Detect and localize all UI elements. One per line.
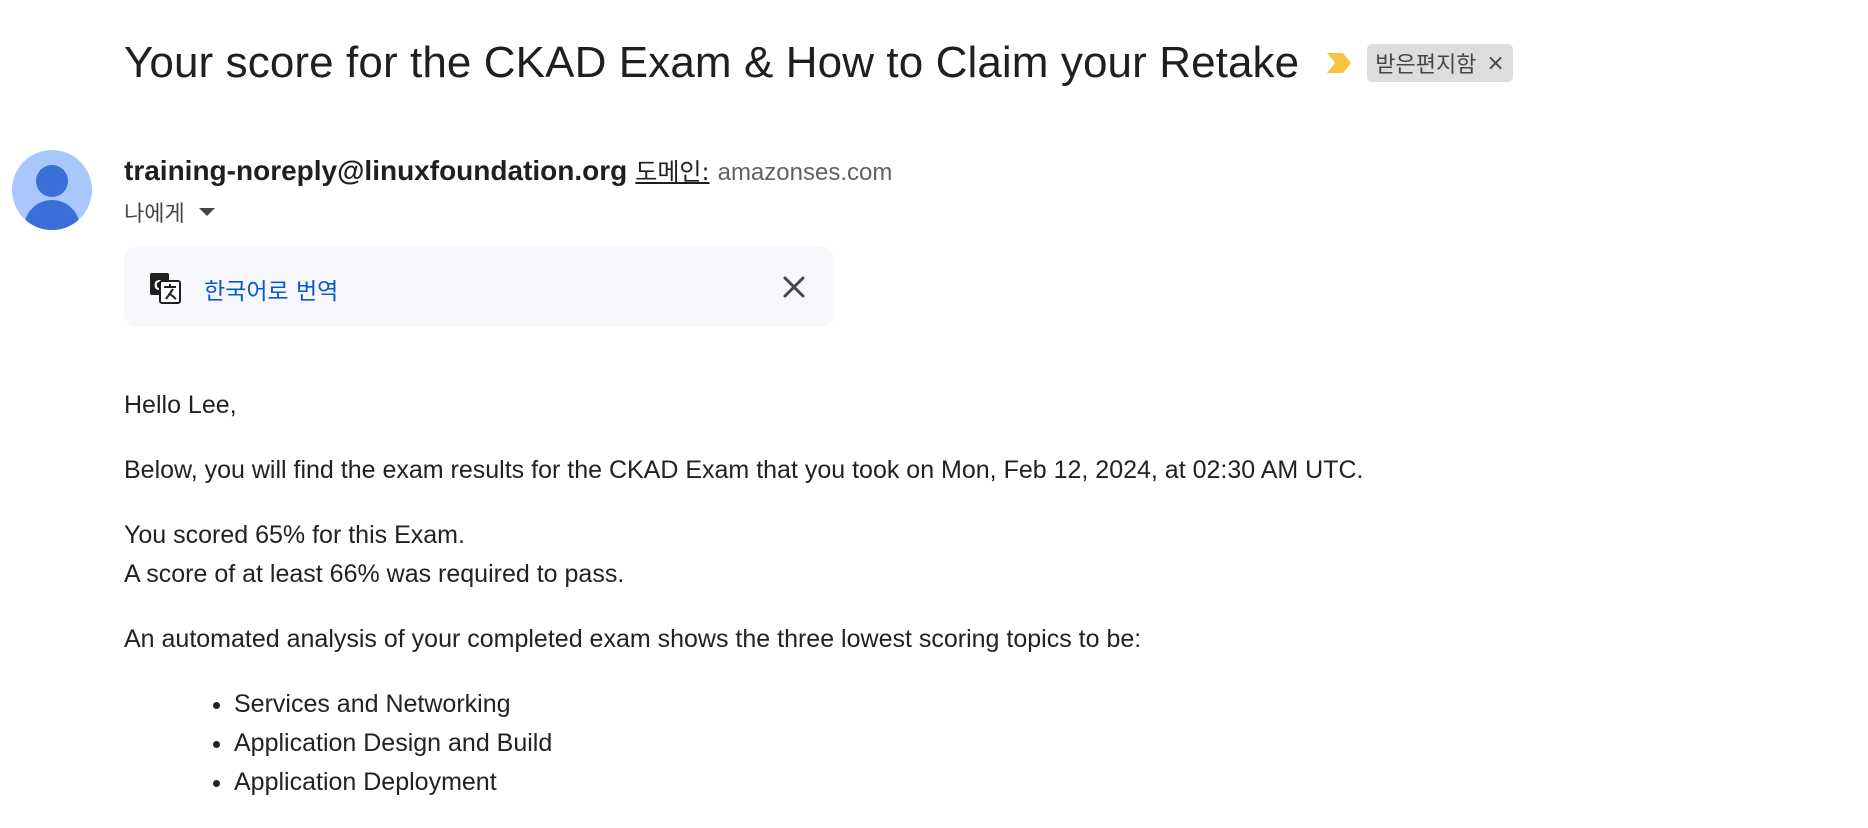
translate-bar: G 한국어로 번역 bbox=[124, 247, 834, 326]
intro-paragraph: Below, you will find the exam results fo… bbox=[124, 456, 1364, 484]
analysis-intro: An automated analysis of your completed … bbox=[124, 625, 1142, 653]
sender-row: training-noreply@linuxfoundation.org 도메인… bbox=[124, 152, 892, 187]
sender-domain-value: amazonses.com bbox=[717, 159, 893, 186]
close-icon[interactable] bbox=[780, 273, 808, 301]
list-item: Application Design and Build bbox=[234, 724, 1364, 763]
inbox-label-chip[interactable]: 받은편지함 × bbox=[1367, 44, 1513, 82]
topic-list: Services and Networking Application Desi… bbox=[124, 685, 1364, 802]
sender-domain-label[interactable]: 도메인: bbox=[635, 152, 709, 187]
importance-marker-icon[interactable] bbox=[1325, 51, 1353, 75]
avatar-head bbox=[36, 165, 68, 197]
required-score-line: A score of at least 66% was required to … bbox=[124, 560, 625, 588]
list-item: Application Deployment bbox=[234, 763, 1364, 802]
remove-label-button[interactable]: × bbox=[1486, 51, 1504, 76]
inbox-label-text: 받은편지함 bbox=[1375, 53, 1477, 78]
sender-email[interactable]: training-noreply@linuxfoundation.org bbox=[124, 155, 627, 187]
score-paragraph: You scored 65% for this Exam. A score of… bbox=[124, 516, 1364, 594]
sender-avatar bbox=[12, 150, 92, 230]
translate-icon: G bbox=[150, 273, 181, 304]
caret-down-icon[interactable] bbox=[198, 208, 215, 216]
email-body: Hello Lee, Below, you will find the exam… bbox=[124, 386, 1364, 802]
subject-row: Your score for the CKAD Exam & How to Cl… bbox=[124, 38, 1513, 88]
email-subject: Your score for the CKAD Exam & How to Cl… bbox=[124, 38, 1300, 87]
list-item: Services and Networking bbox=[234, 685, 1364, 724]
recipient-summary: 나에게 bbox=[124, 202, 185, 227]
recipient-details-toggle[interactable]: 나에게 bbox=[124, 196, 215, 228]
score-line: You scored 65% for this Exam. bbox=[124, 521, 465, 549]
greeting: Hello Lee, bbox=[124, 391, 237, 419]
translate-link[interactable]: 한국어로 번역 bbox=[204, 272, 338, 306]
avatar-body bbox=[24, 200, 80, 230]
